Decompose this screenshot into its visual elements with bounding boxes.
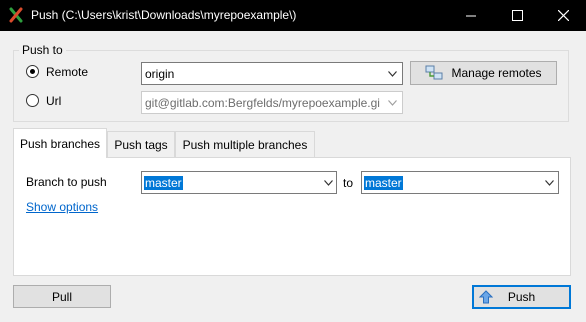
url-radio[interactable]	[26, 94, 39, 107]
manage-remotes-label: Manage remotes	[451, 66, 542, 80]
git-extensions-icon	[9, 7, 23, 23]
push-to-group-label: Push to	[19, 43, 66, 57]
push-button-label: Push	[507, 290, 536, 304]
window-title: Push (C:\Users\krist\Downloads\myrepoexa…	[31, 8, 297, 22]
title-bar: Push (C:\Users\krist\Downloads\myrepoexa…	[0, 0, 586, 31]
chevron-down-icon	[545, 180, 554, 186]
local-branch-select[interactable]: master	[141, 171, 337, 194]
show-options-link[interactable]: Show options	[26, 200, 98, 214]
chevron-down-icon	[388, 71, 397, 77]
maximize-icon	[511, 10, 523, 21]
remote-select[interactable]: origin	[141, 62, 403, 85]
tab-label: Push multiple branches	[182, 137, 308, 152]
tab-label: Push tags	[114, 137, 168, 152]
remote-branch-select[interactable]: master	[361, 171, 559, 194]
remote-branch-value: master	[364, 176, 403, 190]
tab-push-branches[interactable]: Push branches	[13, 128, 107, 158]
pull-button-label: Pull	[51, 289, 72, 304]
close-button[interactable]	[540, 0, 586, 31]
radio-selected-dot	[30, 69, 35, 74]
remote-select-value: origin	[145, 67, 175, 81]
network-icon	[425, 65, 443, 80]
branch-to-push-label: Branch to push	[26, 175, 107, 189]
push-button[interactable]: Push	[472, 285, 571, 309]
url-select-value: git@gitlab.com:Bergfelds/myrepoexample.g…	[145, 96, 380, 110]
tab-push-tags[interactable]: Push tags	[107, 131, 175, 157]
chevron-down-icon	[324, 180, 333, 186]
tab-label: Push branches	[19, 136, 101, 151]
pull-button[interactable]: Pull	[13, 285, 111, 308]
url-select[interactable]: git@gitlab.com:Bergfelds/myrepoexample.g…	[141, 91, 403, 114]
chevron-down-icon	[388, 100, 397, 106]
maximize-button[interactable]	[494, 0, 540, 31]
minimize-button[interactable]	[448, 0, 494, 31]
to-label: to	[343, 176, 354, 190]
remote-label: Remote	[46, 65, 89, 79]
manage-remotes-button[interactable]: Manage remotes	[410, 61, 557, 85]
arrow-up-icon	[479, 290, 493, 304]
minimize-icon	[465, 15, 476, 17]
local-branch-value: master	[144, 176, 183, 190]
close-icon	[557, 10, 569, 21]
url-label: Url	[46, 94, 62, 108]
tab-push-multiple-branches[interactable]: Push multiple branches	[175, 131, 315, 157]
remote-radio[interactable]	[26, 65, 39, 78]
